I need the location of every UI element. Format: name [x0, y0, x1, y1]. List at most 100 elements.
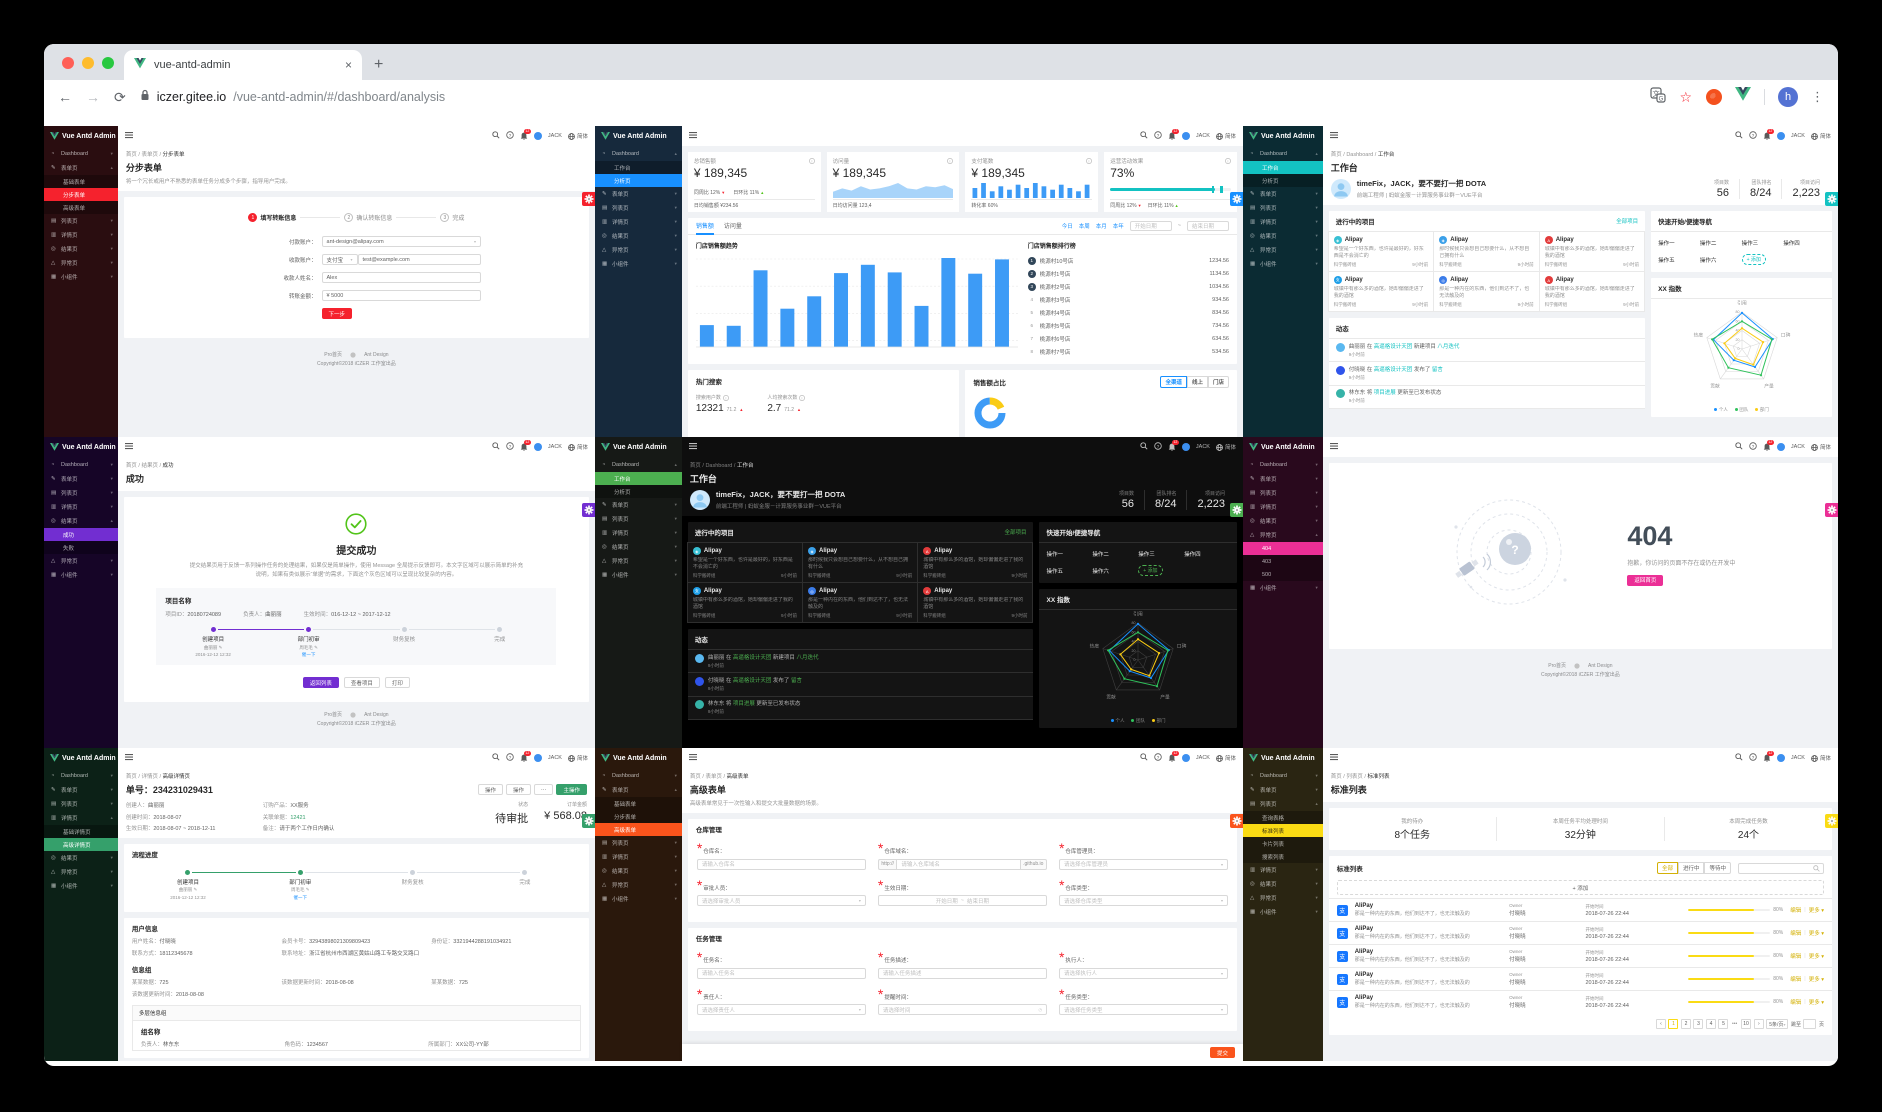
language-selector[interactable]: 简体 — [1811, 754, 1831, 762]
project-card[interactable]: ◈ Alipay 那时候我只会想自己想要什么，从不想自己拥有什么 科学搬砖组 9小时前 — [802, 542, 919, 583]
range-link[interactable]: 今日 — [1062, 222, 1073, 230]
page-1[interactable]: 1 — [1668, 1019, 1679, 1029]
sidebar-item-list[interactable]: ▤ 列表页 ▾ — [595, 512, 682, 526]
add-item-button[interactable]: + 添加 — [1336, 880, 1824, 895]
translate-icon[interactable]: 文G — [1650, 86, 1667, 108]
minimize-window-button[interactable] — [82, 57, 94, 69]
sidebar-subitem-advanced-detail[interactable]: 高级详情页 — [44, 838, 118, 851]
sidebar-item-widgets[interactable]: ▦ 小组件 ▾ — [1243, 581, 1323, 595]
page-4[interactable]: 4 — [1705, 1019, 1716, 1029]
tab-访问量[interactable]: 访问量 — [724, 218, 742, 235]
legend-item[interactable]: 个人 — [1714, 407, 1728, 413]
project-card[interactable]: ◈ Alipay 希望是一个好东西，也许是最好的，好东西是不会消亡的 科学搬砖组 9小时… — [686, 542, 804, 583]
next-step-button[interactable]: 下一步 — [321, 308, 353, 319]
breadcrumb-item[interactable]: 分步表单 — [163, 152, 185, 158]
filter-全渠道[interactable]: 全渠道 — [1160, 376, 1187, 388]
feed-link[interactable]: 项目进展 — [1374, 390, 1396, 396]
project-card[interactable]: ◈ Alipay 那时候我只会想自己想要什么，从不想自己拥有什么 科学搬砖组 9小时前 — [1433, 231, 1540, 272]
breadcrumb-item[interactable]: 高级表单 — [727, 774, 749, 780]
quick-op-link[interactable]: 操作四 — [1783, 239, 1825, 247]
sidebar-subitem-fail[interactable]: 失败 — [44, 541, 118, 554]
language-selector[interactable]: 简体 — [1216, 754, 1236, 762]
legend-item[interactable]: 部门 — [1755, 407, 1769, 413]
sidebar-subitem-basic-form[interactable]: 基础表单 — [44, 175, 118, 188]
quick-op-link[interactable]: 操作四 — [1184, 550, 1230, 558]
sidebar-subitem-query-table[interactable]: 查询表格 — [1243, 811, 1323, 824]
menu-collapse-button[interactable] — [1329, 753, 1338, 763]
button-返回列表[interactable]: 返回列表 — [302, 677, 339, 689]
quick-op-link[interactable]: 操作二 — [1092, 550, 1138, 558]
action-button-1[interactable]: 操作 — [477, 784, 503, 795]
breadcrumb-item[interactable]: 表单页 — [141, 152, 158, 158]
header-notification-button[interactable]: 12 — [1168, 128, 1179, 141]
header-notification-button[interactable]: 12 — [1168, 439, 1179, 452]
header-help-button[interactable]: ? — [1749, 753, 1757, 763]
select-field[interactable]: 请选择责任人 ▾ — [696, 1004, 866, 1015]
user-avatar[interactable] — [1776, 132, 1785, 140]
menu-collapse-button[interactable] — [688, 131, 697, 141]
sidebar-subitem-advanced-form[interactable]: 高级表单 — [44, 201, 118, 214]
quick-op-link[interactable]: 操作三 — [1138, 550, 1184, 558]
menu-collapse-button[interactable] — [124, 753, 133, 763]
feed-link[interactable]: 高逼格设计天团 — [1374, 367, 1413, 373]
language-selector[interactable]: 简体 — [568, 754, 588, 762]
header-search-button[interactable] — [492, 442, 500, 452]
sidebar-item-result[interactable]: ◎ 结果页 ▾ — [1243, 229, 1323, 243]
theme-settings-button[interactable] — [1825, 814, 1838, 828]
language-selector[interactable]: 简体 — [1811, 132, 1831, 140]
menu-collapse-button[interactable] — [688, 442, 697, 452]
submit-button[interactable]: 提交 — [1209, 1047, 1235, 1058]
header-notification-button[interactable]: 12 — [1763, 750, 1774, 763]
breadcrumb-item[interactable]: 首页 — [1331, 774, 1342, 780]
project-card[interactable]: A Alipay 城镇中有那么多的酒馆，她却偏偏走进了我的酒馆 科学搬砖组 9小时前 — [917, 582, 1034, 623]
header-help-button[interactable]: ? — [506, 753, 514, 763]
prev-page-button[interactable]: ‹ — [1655, 1019, 1666, 1029]
vue-devtools-icon[interactable] — [1735, 87, 1751, 106]
feed-link[interactable]: 八月迭代 — [1437, 344, 1459, 350]
project-group[interactable]: 科学搬砖组 — [1545, 302, 1568, 308]
sidebar-item-dashboard[interactable]: ◔ Dashboard ▾ — [44, 458, 118, 472]
sidebar-item-form[interactable]: ✎ 表单页 ▴ — [44, 161, 118, 175]
theme-settings-button[interactable] — [1230, 814, 1243, 828]
select-field[interactable]: 请选择审批人员 ▾ — [696, 895, 866, 906]
sidebar-item-widgets[interactable]: ▦ 小组件 ▾ — [44, 879, 118, 893]
language-selector[interactable]: 简体 — [568, 132, 588, 140]
extension-icon[interactable] — [1706, 89, 1722, 105]
header-search-button[interactable] — [1140, 131, 1148, 141]
sidebar-item-dashboard[interactable]: ◔ Dashboard ▾ — [595, 769, 682, 783]
theme-settings-button[interactable] — [1230, 192, 1243, 206]
sidebar-item-exception[interactable]: △ 异常页 ▾ — [1243, 891, 1323, 905]
page-10[interactable]: 10 — [1740, 1019, 1752, 1029]
theme-settings-button[interactable] — [1825, 503, 1838, 517]
maximize-window-button[interactable] — [102, 57, 114, 69]
step-extra[interactable]: 催一下 — [244, 895, 356, 901]
bookmark-star-icon[interactable]: ☆ — [1679, 89, 1692, 106]
input-field[interactable]: 请输入任务名 — [696, 967, 866, 979]
sidebar-item-widgets[interactable]: ▦ 小组件 ▾ — [1243, 905, 1323, 919]
header-search-button[interactable] — [1735, 753, 1743, 763]
sidebar-item-dashboard[interactable]: ◔ Dashboard ▴ — [595, 458, 682, 472]
sidebar-subitem-403[interactable]: 403 — [1243, 555, 1323, 568]
header-help-button[interactable]: ? — [1749, 442, 1757, 452]
sidebar-subitem-analysis[interactable]: 分析页 — [595, 485, 682, 498]
header-notification-button[interactable]: 12 — [520, 128, 531, 141]
close-window-button[interactable] — [62, 57, 74, 69]
quick-op-link[interactable]: 操作六 — [1700, 256, 1742, 264]
breadcrumb-item[interactable]: 详情页 — [141, 774, 158, 780]
sidebar-item-list[interactable]: ▤ 列表页 ▴ — [1243, 797, 1323, 811]
sidebar-item-exception[interactable]: △ 异常页 ▾ — [44, 554, 118, 568]
sidebar-item-profile[interactable]: ▥ 详情页 ▴ — [44, 811, 118, 825]
sidebar-item-profile[interactable]: ▥ 详情页 ▾ — [595, 850, 682, 864]
language-selector[interactable]: 简体 — [1811, 443, 1831, 451]
sidebar-item-list[interactable]: ▤ 列表页 ▾ — [44, 797, 118, 811]
user-avatar[interactable] — [1776, 754, 1785, 762]
theme-settings-button[interactable] — [582, 192, 595, 206]
sidebar-item-widgets[interactable]: ▦ 小组件 ▾ — [44, 568, 118, 582]
range-link[interactable]: 本年 — [1113, 222, 1124, 230]
item-title[interactable]: AliPay — [1355, 972, 1502, 978]
more-link[interactable]: 更多 ▾ — [1809, 975, 1824, 983]
header-help-button[interactable]: ? — [1749, 131, 1757, 141]
theme-settings-button[interactable] — [1825, 192, 1838, 206]
sidebar-subitem-card-list[interactable]: 卡片列表 — [1243, 837, 1323, 850]
more-link[interactable]: 更多 ▾ — [1809, 906, 1824, 914]
